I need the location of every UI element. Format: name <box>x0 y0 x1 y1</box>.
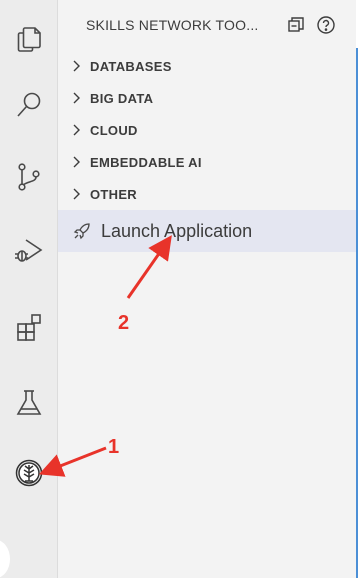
section-big-data[interactable]: BIG DATA <box>58 82 356 114</box>
rocket-icon <box>73 223 90 240</box>
chevron-right-icon <box>73 188 80 200</box>
chevron-right-icon <box>73 60 80 72</box>
launch-application-item[interactable]: Launch Application <box>58 210 356 252</box>
chevron-right-icon <box>73 156 80 168</box>
section-other[interactable]: OTHER <box>58 178 356 210</box>
section-embeddable-ai[interactable]: EMBEDDABLE AI <box>58 146 356 178</box>
help-icon[interactable] <box>316 15 336 35</box>
explorer-icon[interactable] <box>4 14 54 64</box>
source-control-icon[interactable] <box>4 152 54 202</box>
sidebar-title: SKILLS NETWORK TOO... <box>86 17 259 33</box>
collapse-all-icon[interactable] <box>286 15 306 35</box>
section-label: CLOUD <box>90 122 138 138</box>
launch-application-label: Launch Application <box>101 220 253 241</box>
section-label: OTHER <box>90 186 137 202</box>
annotation-label-2: 2 <box>118 312 130 334</box>
skills-network-icon[interactable] <box>4 448 54 498</box>
run-debug-icon[interactable] <box>4 225 54 275</box>
testing-icon[interactable] <box>4 378 54 428</box>
section-cloud[interactable]: CLOUD <box>58 114 356 146</box>
chevron-right-icon <box>73 92 80 104</box>
header-actions <box>286 15 336 35</box>
activity-bar <box>0 0 58 578</box>
account-avatar[interactable] <box>0 540 10 578</box>
section-databases[interactable]: DATABASES <box>58 50 356 82</box>
section-label: DATABASES <box>90 58 172 74</box>
chevron-right-icon <box>73 124 80 136</box>
search-icon[interactable] <box>4 80 54 130</box>
sidebar: SKILLS NETWORK TOO... DATABASES BIG DATA… <box>58 0 356 578</box>
section-label: BIG DATA <box>90 90 154 106</box>
editor-focus-border <box>356 48 358 578</box>
extensions-icon[interactable] <box>4 302 54 352</box>
sidebar-header: SKILLS NETWORK TOO... <box>58 0 356 50</box>
editor-area <box>358 0 364 578</box>
section-label: EMBEDDABLE AI <box>90 154 202 170</box>
annotation-label-1: 1 <box>108 436 120 458</box>
